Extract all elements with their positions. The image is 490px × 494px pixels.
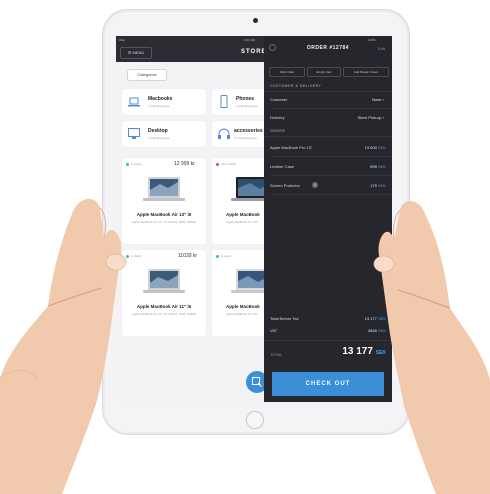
- item-currency: SEK: [377, 164, 386, 169]
- left-hand: [0, 198, 127, 494]
- product-name: Apple MacBook: [226, 304, 260, 309]
- category-name: Macbooks: [148, 96, 173, 102]
- desktop-icon: [128, 128, 140, 139]
- status-battery: 100%: [368, 38, 376, 42]
- park-order-button[interactable]: Park Order: [269, 67, 305, 77]
- headphones-icon: [218, 128, 230, 139]
- item-currency: SEK: [377, 145, 386, 150]
- category-card-accessories[interactable]: accessories 12 subcategories: [212, 121, 272, 147]
- customer-value-text: None: [371, 97, 382, 102]
- delivery-label: Delivery: [270, 115, 285, 120]
- stock-dot: [216, 163, 219, 166]
- laptop-icon: [128, 97, 140, 107]
- product-card[interactable]: in stock Apple MacBook Apple MacBook Pro…: [212, 250, 273, 336]
- divider: [264, 91, 392, 92]
- divider: [264, 136, 392, 137]
- delivery-value-text: Store Pick-up: [357, 115, 382, 120]
- product-name: Apple MacBook: [226, 212, 260, 217]
- order-item-name[interactable]: Screen Protector: [270, 183, 300, 188]
- divider: [270, 156, 392, 157]
- order-item-price: 999 SEK: [348, 164, 386, 169]
- edit-link[interactable]: Edit: [378, 46, 385, 51]
- order-item-name[interactable]: Apple MacBook Pro 13": [270, 145, 312, 150]
- stock-dot: [216, 255, 219, 258]
- category-name: Desktop: [148, 128, 168, 134]
- add-trade-in-button[interactable]: Add Rrade In Item: [343, 67, 389, 77]
- category-card-macbooks[interactable]: Macbooks 4 subcategories: [122, 89, 206, 115]
- scan-icon: [252, 377, 262, 387]
- quantity-badge: 1: [312, 182, 318, 188]
- status-carrier: iPad: [119, 38, 126, 42]
- category-card-phones[interactable]: Phones 6 subcategories: [212, 89, 272, 115]
- category-name: Phones: [236, 96, 255, 102]
- order-title: ORDER #12784: [306, 45, 350, 51]
- stock-status: in stock: [131, 162, 142, 166]
- status-time: 9:41 AM: [244, 38, 256, 42]
- order-item-price: 13 000 SEK: [348, 145, 386, 150]
- stock-status: in stock: [221, 254, 232, 258]
- order-section-title: ORDER: [270, 129, 286, 133]
- product-price: 11039 kr: [178, 253, 198, 259]
- right-hand: [373, 200, 490, 494]
- chevron-right-icon: ›: [382, 97, 384, 102]
- back-circle-icon[interactable]: [269, 44, 276, 51]
- menu-button[interactable]: ☰ MENU: [120, 47, 152, 59]
- chevron-right-icon: ›: [382, 115, 384, 120]
- categories-chip[interactable]: Categories: [127, 69, 167, 81]
- item-amount: 13 000: [364, 145, 377, 150]
- stock-dot: [126, 163, 129, 166]
- divider: [270, 175, 392, 176]
- tablet-screen: iPad 9:41 AM ☰ MENU STORE Categories Mac…: [116, 36, 392, 402]
- macbook-image: [143, 177, 185, 201]
- vat-label: VAT: [270, 328, 278, 333]
- total-label: TOTAL: [270, 352, 283, 357]
- category-name: accessories: [234, 128, 263, 134]
- product-price: 12 999 kr: [174, 161, 195, 167]
- macbook-image: [143, 269, 185, 293]
- divider: [270, 108, 392, 109]
- home-button[interactable]: [246, 411, 264, 429]
- category-subtitle: 12 subcategories: [234, 136, 257, 140]
- category-subtitle: 3 subcategories: [148, 136, 170, 140]
- phone-icon: [220, 95, 228, 108]
- product-desc: Apple MacBook Pro 13": [226, 220, 258, 224]
- category-subtitle: 4 subcategories: [148, 104, 170, 108]
- stock-status: not in stock: [221, 162, 237, 166]
- customer-value[interactable]: None ›: [344, 97, 384, 102]
- camera-lens: [253, 18, 258, 23]
- total-before-tax-label: Total Before Tax: [270, 316, 299, 321]
- customer-label: Customer: [270, 97, 288, 102]
- delivery-value[interactable]: Store Pick-up ›: [334, 115, 384, 120]
- order-item-name[interactable]: Leather Case: [270, 164, 294, 169]
- product-card[interactable]: not in stock Apple MacBook Apple MacBook…: [212, 158, 273, 244]
- customer-section-title: CUSTOMER & DELIVERY: [270, 84, 322, 88]
- item-amount: 999: [370, 164, 377, 169]
- page-title: STORE: [241, 49, 267, 55]
- empty-cart-button[interactable]: Empty Cart: [307, 67, 341, 77]
- category-subtitle: 6 subcategories: [236, 104, 258, 108]
- product-desc: Apple MacBook Pro 15": [226, 312, 258, 316]
- menu-label: MENU: [132, 50, 145, 55]
- category-card-desktop[interactable]: Desktop 3 subcategories: [122, 121, 206, 147]
